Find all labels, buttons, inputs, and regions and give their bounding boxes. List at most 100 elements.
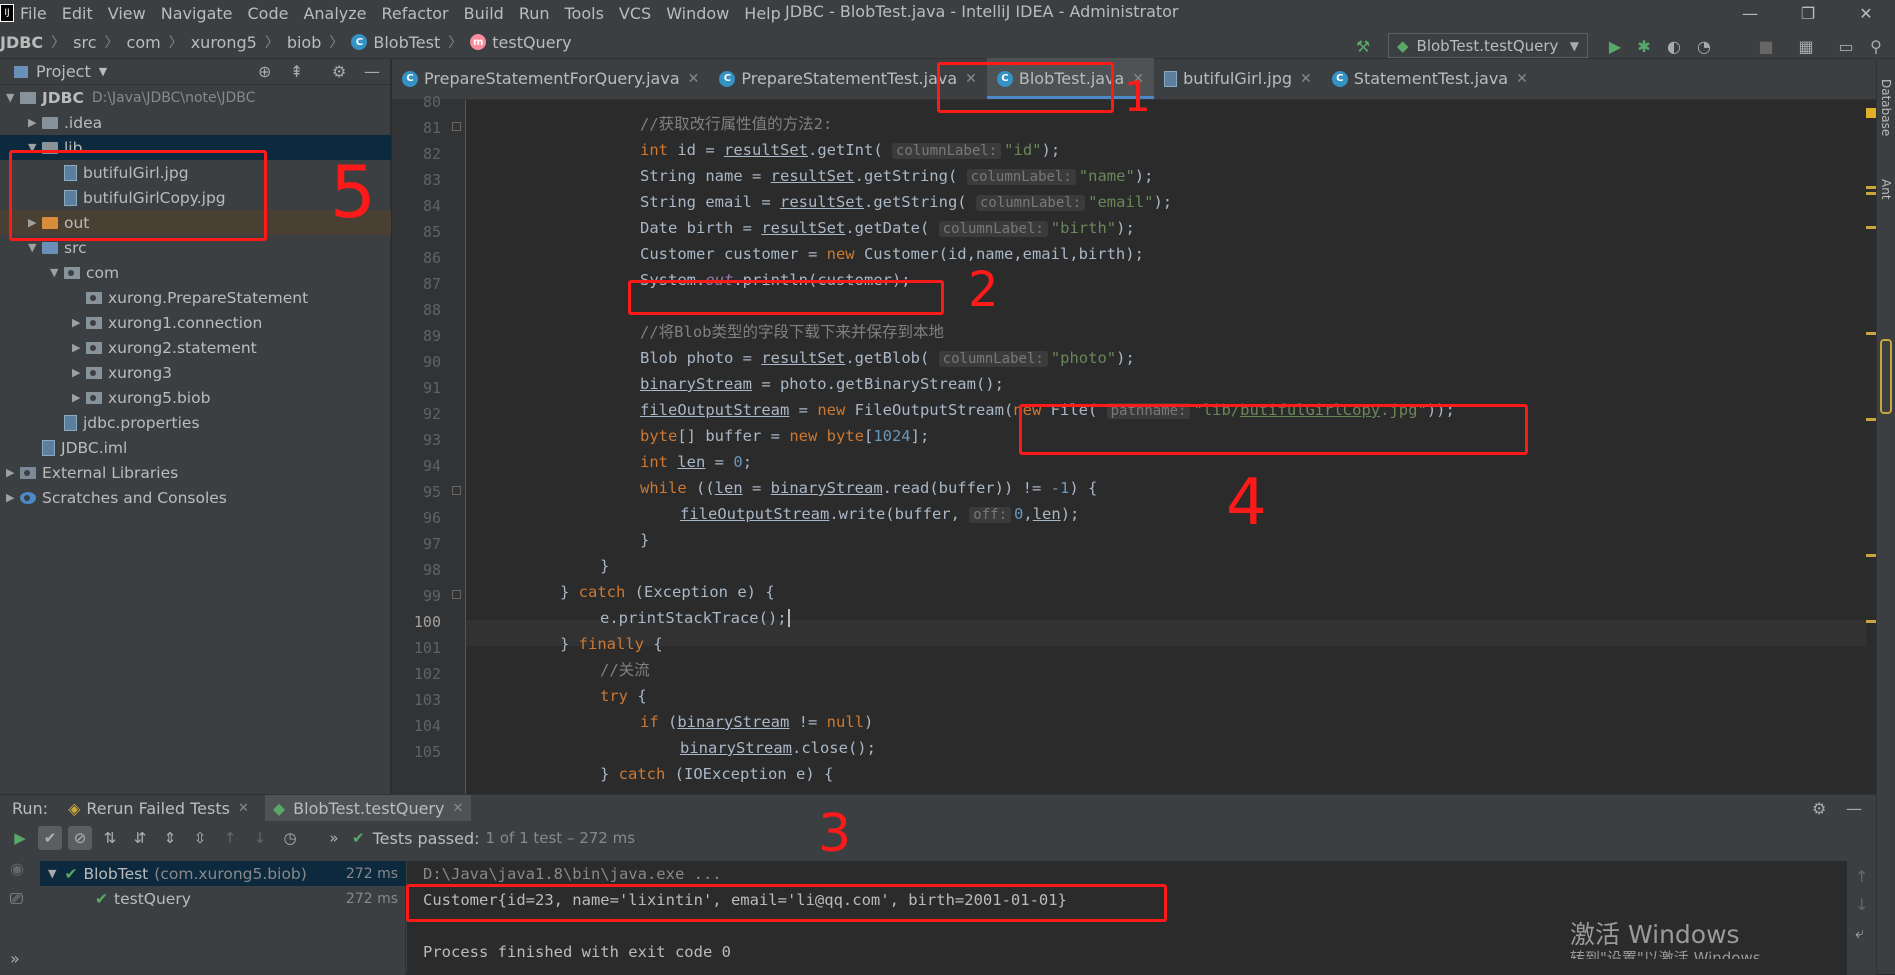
breadcrumb-item-biob[interactable]: biob xyxy=(287,33,322,52)
gear-icon[interactable]: ⚙ xyxy=(332,62,346,81)
sort-duration-icon[interactable]: ⇵ xyxy=(128,826,152,850)
fold-marker-icon[interactable] xyxy=(452,486,461,495)
rerun-icon[interactable]: ▶ xyxy=(8,826,32,850)
breadcrumb-item-src[interactable]: src xyxy=(73,33,96,52)
show-ignored-icon[interactable]: ⊘ xyxy=(68,826,92,850)
profile-icon[interactable]: ◔ xyxy=(1693,35,1715,57)
history-icon[interactable]: ◷ xyxy=(278,826,302,850)
menu-vcs[interactable]: VCS xyxy=(613,4,660,23)
breadcrumb-item-testquery[interactable]: m testQuery xyxy=(470,33,572,52)
show-passed-icon[interactable]: ✔ xyxy=(38,826,62,850)
hide-panel-icon[interactable]: — xyxy=(1846,799,1862,818)
tab-butifulgirl-jpg[interactable]: butifulGirl.jpg ✕ xyxy=(1154,58,1322,99)
tree-item-com[interactable]: ▼ com xyxy=(0,260,391,285)
stop-icon[interactable]: ■ xyxy=(1755,35,1777,57)
line-number-gutter[interactable]: 80 81 82 83 84 85 86 87 88 89 90 91 92 93 94 95 96 97 98 99… xyxy=(392,93,466,794)
menu-edit[interactable]: Edit xyxy=(56,4,102,23)
fold-marker-icon[interactable] xyxy=(452,122,461,131)
collapse-all-icon[interactable]: ⇞ xyxy=(290,62,303,81)
more-icon[interactable]: » xyxy=(10,949,20,968)
collapse-arrow-icon[interactable]: ▶ xyxy=(28,116,42,129)
warning-mark[interactable] xyxy=(1866,226,1876,229)
expand-all-icon[interactable]: ⇕ xyxy=(158,826,182,850)
menu-window[interactable]: Window xyxy=(660,4,738,23)
warning-mark[interactable] xyxy=(1866,332,1876,335)
collapse-all-icon[interactable]: ⇳ xyxy=(188,826,212,850)
collapse-arrow-icon[interactable]: ▶ xyxy=(72,391,86,404)
collapse-arrow-icon[interactable]: ▶ xyxy=(6,466,20,479)
menu-refactor[interactable]: Refactor xyxy=(376,4,458,23)
scrollbar-thumb[interactable] xyxy=(1880,339,1892,414)
chevron-down-icon[interactable]: ▼ xyxy=(99,65,107,78)
camera-icon[interactable]: ⎚ xyxy=(10,889,23,909)
close-icon[interactable]: ✕ xyxy=(1516,71,1528,87)
fold-marker-icon[interactable] xyxy=(452,590,461,599)
warning-mark[interactable] xyxy=(1866,418,1876,421)
warning-indicator[interactable] xyxy=(1866,108,1876,118)
debug-icon[interactable]: ✱ xyxy=(1633,35,1655,57)
previous-icon[interactable]: ↑ xyxy=(218,826,242,850)
close-icon[interactable]: ✕ xyxy=(1300,71,1312,87)
down-icon[interactable]: ↓ xyxy=(1855,895,1868,914)
run-icon[interactable]: ▶ xyxy=(1604,35,1626,57)
build-hammer-icon[interactable]: ⚒ xyxy=(1352,35,1374,57)
close-icon[interactable]: ✕ xyxy=(452,801,463,816)
run-configuration-select[interactable]: ◆ BlobTest.testQuery ▼ xyxy=(1388,33,1588,58)
close-window-icon[interactable]: ✕ xyxy=(1838,0,1894,26)
tab-statementtest[interactable]: C StatementTest.java ✕ xyxy=(1322,58,1538,99)
layout-icon[interactable]: ▭ xyxy=(1835,35,1857,57)
tab-blobtest-testquery[interactable]: ◆ BlobTest.testQuery ✕ xyxy=(264,795,472,821)
tree-item-xurong3[interactable]: ▶ xurong3 xyxy=(0,360,391,385)
menu-file[interactable]: File xyxy=(14,4,56,23)
menu-run[interactable]: Run xyxy=(513,4,559,23)
project-view-select[interactable]: Project xyxy=(36,62,91,81)
pin-icon[interactable]: ◉ xyxy=(10,859,24,878)
tree-item-jdbc-properties[interactable]: jdbc.properties xyxy=(0,410,391,435)
tree-item-xurong5-biob[interactable]: ▶ xurong5.biob xyxy=(0,385,391,410)
breadcrumb-item-jdbc[interactable]: JDBC xyxy=(0,33,43,52)
more-icon[interactable]: » xyxy=(322,826,346,850)
wrap-icon[interactable]: ⤶ xyxy=(1855,923,1864,943)
locate-icon[interactable]: ⊕ xyxy=(258,62,271,81)
collapse-arrow-icon[interactable]: ▶ xyxy=(72,341,86,354)
menu-navigate[interactable]: Navigate xyxy=(155,4,242,23)
tree-item-external-libraries[interactable]: ▶ External Libraries xyxy=(0,460,391,485)
collapse-arrow-icon[interactable]: ▶ xyxy=(72,316,86,329)
hide-panel-icon[interactable]: — xyxy=(364,62,380,81)
tree-item-idea[interactable]: ▶ .idea xyxy=(0,110,391,135)
collapse-arrow-icon[interactable]: ▶ xyxy=(6,491,20,504)
breadcrumb-item-xurong5[interactable]: xurong5 xyxy=(191,33,257,52)
expand-arrow-icon[interactable]: ▼ xyxy=(6,91,20,104)
project-structure-icon[interactable]: ▦ xyxy=(1795,35,1817,57)
sort-alpha-icon[interactable]: ⇅ xyxy=(98,826,122,850)
tree-item-xurong2-statement[interactable]: ▶ xurong2.statement xyxy=(0,335,391,360)
restore-icon[interactable]: ❐ xyxy=(1780,0,1836,26)
breadcrumb-item-blobtest[interactable]: C BlobTest xyxy=(351,33,440,52)
database-tool-button[interactable]: Database xyxy=(1879,79,1893,136)
breadcrumb-item-com[interactable]: com xyxy=(127,33,161,52)
collapse-arrow-icon[interactable]: ▶ xyxy=(72,366,86,379)
menu-tools[interactable]: Tools xyxy=(559,4,613,23)
tree-item-jdbc-iml[interactable]: JDBC.iml xyxy=(0,435,391,460)
ant-tool-button[interactable]: Ant xyxy=(1879,179,1893,200)
close-icon[interactable]: ✕ xyxy=(688,71,700,87)
search-icon[interactable]: ⚲ xyxy=(1865,35,1887,57)
expand-arrow-icon[interactable]: ▼ xyxy=(50,266,64,279)
minimize-icon[interactable]: — xyxy=(1722,0,1778,26)
test-row-blobtest[interactable]: ▼ ✔ BlobTest (com.xurong5.biob) 272 ms xyxy=(40,861,406,886)
expand-arrow-icon[interactable]: ▼ xyxy=(48,867,56,880)
next-icon[interactable]: ↓ xyxy=(248,826,272,850)
expand-arrow-icon[interactable]: ▼ xyxy=(28,241,42,254)
warning-mark[interactable] xyxy=(1866,186,1876,189)
warning-mark[interactable] xyxy=(1866,620,1876,623)
menu-build[interactable]: Build xyxy=(458,4,513,23)
warning-mark[interactable] xyxy=(1866,192,1876,195)
warning-mark[interactable] xyxy=(1866,554,1876,557)
menu-code[interactable]: Code xyxy=(242,4,298,23)
tree-item-scratches-and-consoles[interactable]: ▶ Scratches and Consoles xyxy=(0,485,391,510)
tree-item-xurong1-connection[interactable]: ▶ xurong1.connection xyxy=(0,310,391,335)
tab-rerun-failed-tests[interactable]: Rerun Failed Tests xyxy=(86,799,230,818)
menu-analyze[interactable]: Analyze xyxy=(297,4,375,23)
menu-help[interactable]: Help xyxy=(738,4,789,23)
menu-view[interactable]: View xyxy=(102,4,155,23)
